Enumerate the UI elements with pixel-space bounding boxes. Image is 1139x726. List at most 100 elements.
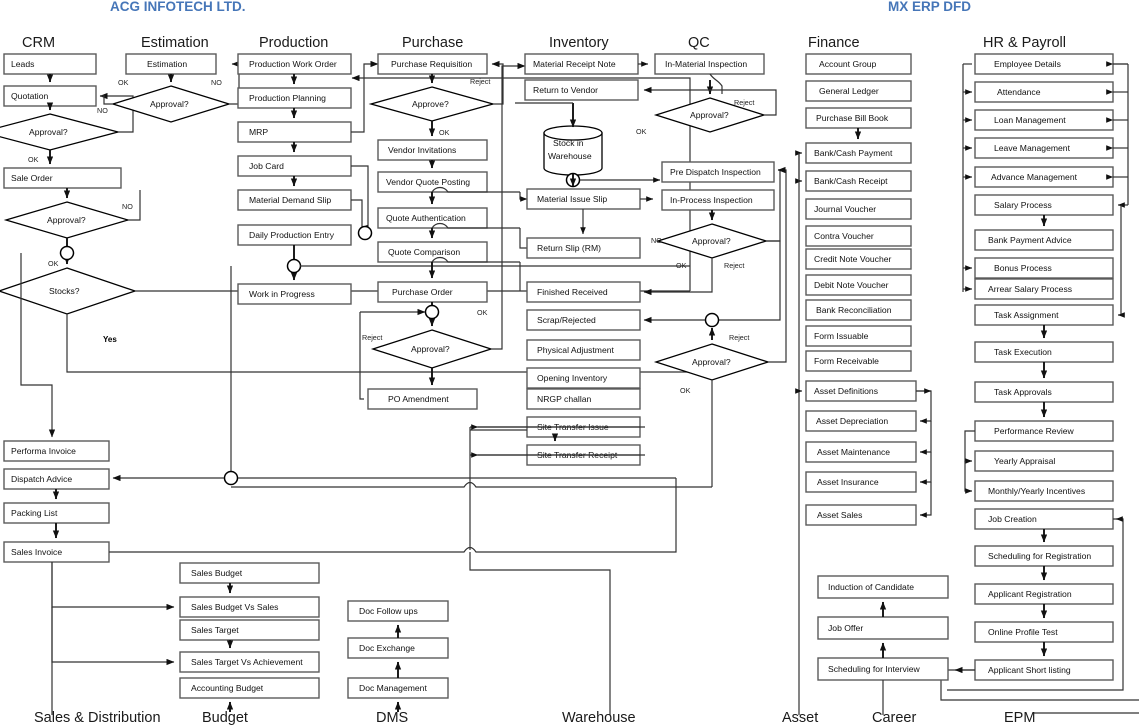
node-advance-management-label: Advance Management [991,172,1078,182]
node-task-assignment-label: Task Assignment [994,310,1059,320]
edge-label-est-no: NO [211,78,222,87]
node-sales-budget-vs-sales-label: Sales Budget Vs Sales [191,602,278,612]
decision-estimation-approval-label: Approval? [150,99,189,109]
node-in-process-inspection-label: In-Process Inspection [670,195,753,205]
node-leave-management-label: Leave Management [994,143,1071,153]
decision-sale-order-approval-label: Approval? [47,215,86,225]
line-warehouse-down [469,552,611,715]
line-salesinvoice-right [109,478,677,553]
node-scheduling-for-interview-label: Scheduling for Interview [828,664,921,674]
node-finished-received-label: Finished Received [537,287,608,297]
node-physical-adjustment-label: Physical Adjustment [537,345,615,355]
node-vendor-quote-posting-label: Vendor Quote Posting [386,177,470,187]
line-reject-to-amend [359,312,364,400]
column-header-estimation: Estimation [141,35,209,51]
edge-label-qc-ok1: OK [636,127,647,136]
purchase-group: Purchase Requisition Approve? Vendor Inv… [359,53,528,410]
node-employee-details-label: Employee Details [994,59,1061,69]
line-pr-ya [964,430,975,464]
node-in-material-inspection-label: In-Material Inspection [665,59,747,69]
junction-purchase-1 [424,304,440,320]
decision-po-approval-label: Approval? [411,344,450,354]
footer-label-budget: Budget [202,710,248,726]
node-daily-production-entry-label: Daily Production Entry [249,230,335,240]
decision-approve-label: Approve? [412,99,449,109]
line-assetdef-ins [919,452,932,485]
column-header-purchase: Purchase [402,35,463,51]
node-purchase-requisition-label: Purchase Requisition [391,59,472,69]
node-quote-comparison-label: Quote Comparison [388,247,460,257]
edge-label-crm-ok: OK [28,155,39,164]
node-arrear-salary-process-label: Arrear Salary Process [988,284,1072,294]
node-induction-of-candidate-label: Induction of Candidate [828,582,914,592]
datastore-label-line2: Warehouse [548,151,592,161]
decision-stocks-label: Stocks? [49,286,80,296]
node-doc-follow-ups-label: Doc Follow ups [359,606,418,616]
budget-group: Sales Budget Sales Budget Vs Sales Sales… [51,562,320,715]
erp-dfd-flowchart: ACG INFOTECH LTD. MX ERP DFD CRM Estimat… [0,0,1139,726]
node-online-profile-test-label: Online Profile Test [988,627,1058,637]
line-estimation-ok [100,95,113,105]
node-bank-cash-payment-label: Bank/Cash Payment [814,148,893,158]
node-return-to-vendor-label: Return to Vendor [533,85,598,95]
node-asset-sales-label: Asset Sales [817,510,862,520]
node-estimation-label: Estimation [147,59,187,69]
node-applicant-registration-label: Applicant Registration [988,589,1072,599]
node-doc-exchange-label: Doc Exchange [359,643,415,653]
decision-crm-approval-label: Approval? [29,127,68,137]
node-form-issuable-label: Form Issuable [814,331,869,341]
node-po-amendment-label: PO Amendment [388,394,449,404]
node-form-receivable-label: Form Receivable [814,356,879,366]
node-asset-insurance-label: Asset Insurance [817,477,879,487]
hr-group: Employee Details Attendance Loan Managem… [940,53,1139,714]
node-bank-payment-advice-label: Bank Payment Advice [988,235,1072,245]
column-header-hr-payroll: HR & Payroll [983,35,1066,51]
edge-label-crm-no: NO [97,106,108,115]
column-header-finance: Finance [808,35,860,51]
title-right: MX ERP DFD [888,0,971,14]
decision-qc-approval-2-label: Approval? [692,236,731,246]
edge-label-est-ok: OK [118,78,129,87]
line-mrp-to-purchase [351,60,379,133]
line-mds-to-dpe [351,199,363,228]
edge-label-purchase-reject2: Reject [362,333,382,342]
line-jobcard-to-dpe [351,165,369,232]
arrow-salesinv-stva [51,607,175,666]
node-applicant-short-listing-label: Applicant Short listing [988,665,1071,675]
node-attendance-label: Attendance [997,87,1041,97]
edge-label-qc-ok2: OK [676,261,687,270]
node-job-offer-label: Job Offer [828,623,863,633]
node-account-group-label: Account Group [819,59,877,69]
line-approve-reject [491,60,504,105]
node-debit-note-voucher-label: Debit Note Voucher [814,280,889,290]
node-task-execution-label: Task Execution [994,347,1052,357]
node-dispatch-advice-label: Dispatch Advice [11,474,72,484]
node-return-slip-rm-label: Return Slip (RM) [537,243,601,253]
footer-label-career: Career [872,710,916,726]
node-accounting-budget-label: Accounting Budget [191,683,264,693]
node-credit-note-voucher-label: Credit Note Voucher [814,254,892,264]
node-doc-management-label: Doc Management [359,683,427,693]
node-production-work-order-label: Production Work Order [249,59,337,69]
node-production-planning-label: Production Planning [249,93,326,103]
edge-label-qc-reject3: Reject [729,333,749,342]
node-scheduling-for-registration-label: Scheduling for Registration [988,551,1091,561]
edge-label-purchase-ok2: OK [477,308,488,317]
footer-label-sales-distribution: Sales & Distribution [34,710,161,726]
node-quotation-label: Quotation [11,91,48,101]
career-group: Induction of Candidate Job Offer Schedul… [817,575,975,715]
line-pr-mi [964,461,973,494]
datastore-label-line1: Stock in [553,138,584,148]
junction-production-1 [357,225,373,241]
node-general-ledger-label: General Ledger [819,86,879,96]
node-sales-invoice-label: Sales Invoice [11,547,62,557]
node-contra-voucher-label: Contra Voucher [814,231,874,241]
diagram-canvas: ACG INFOTECH LTD. MX ERP DFD CRM Estimat… [0,0,1139,726]
node-task-approvals-label: Task Approvals [994,387,1052,397]
datastore-stock-in-warehouse[interactable]: Stock in Warehouse [543,125,603,176]
node-attendance[interactable] [974,81,1114,103]
edge-label-crm-no2: NO [122,202,133,211]
node-material-receipt-note-label: Material Receipt Note [533,59,616,69]
decision-qc-approval-3-label: Approval? [692,357,731,367]
line-warehouse-cross-1 [230,481,712,488]
